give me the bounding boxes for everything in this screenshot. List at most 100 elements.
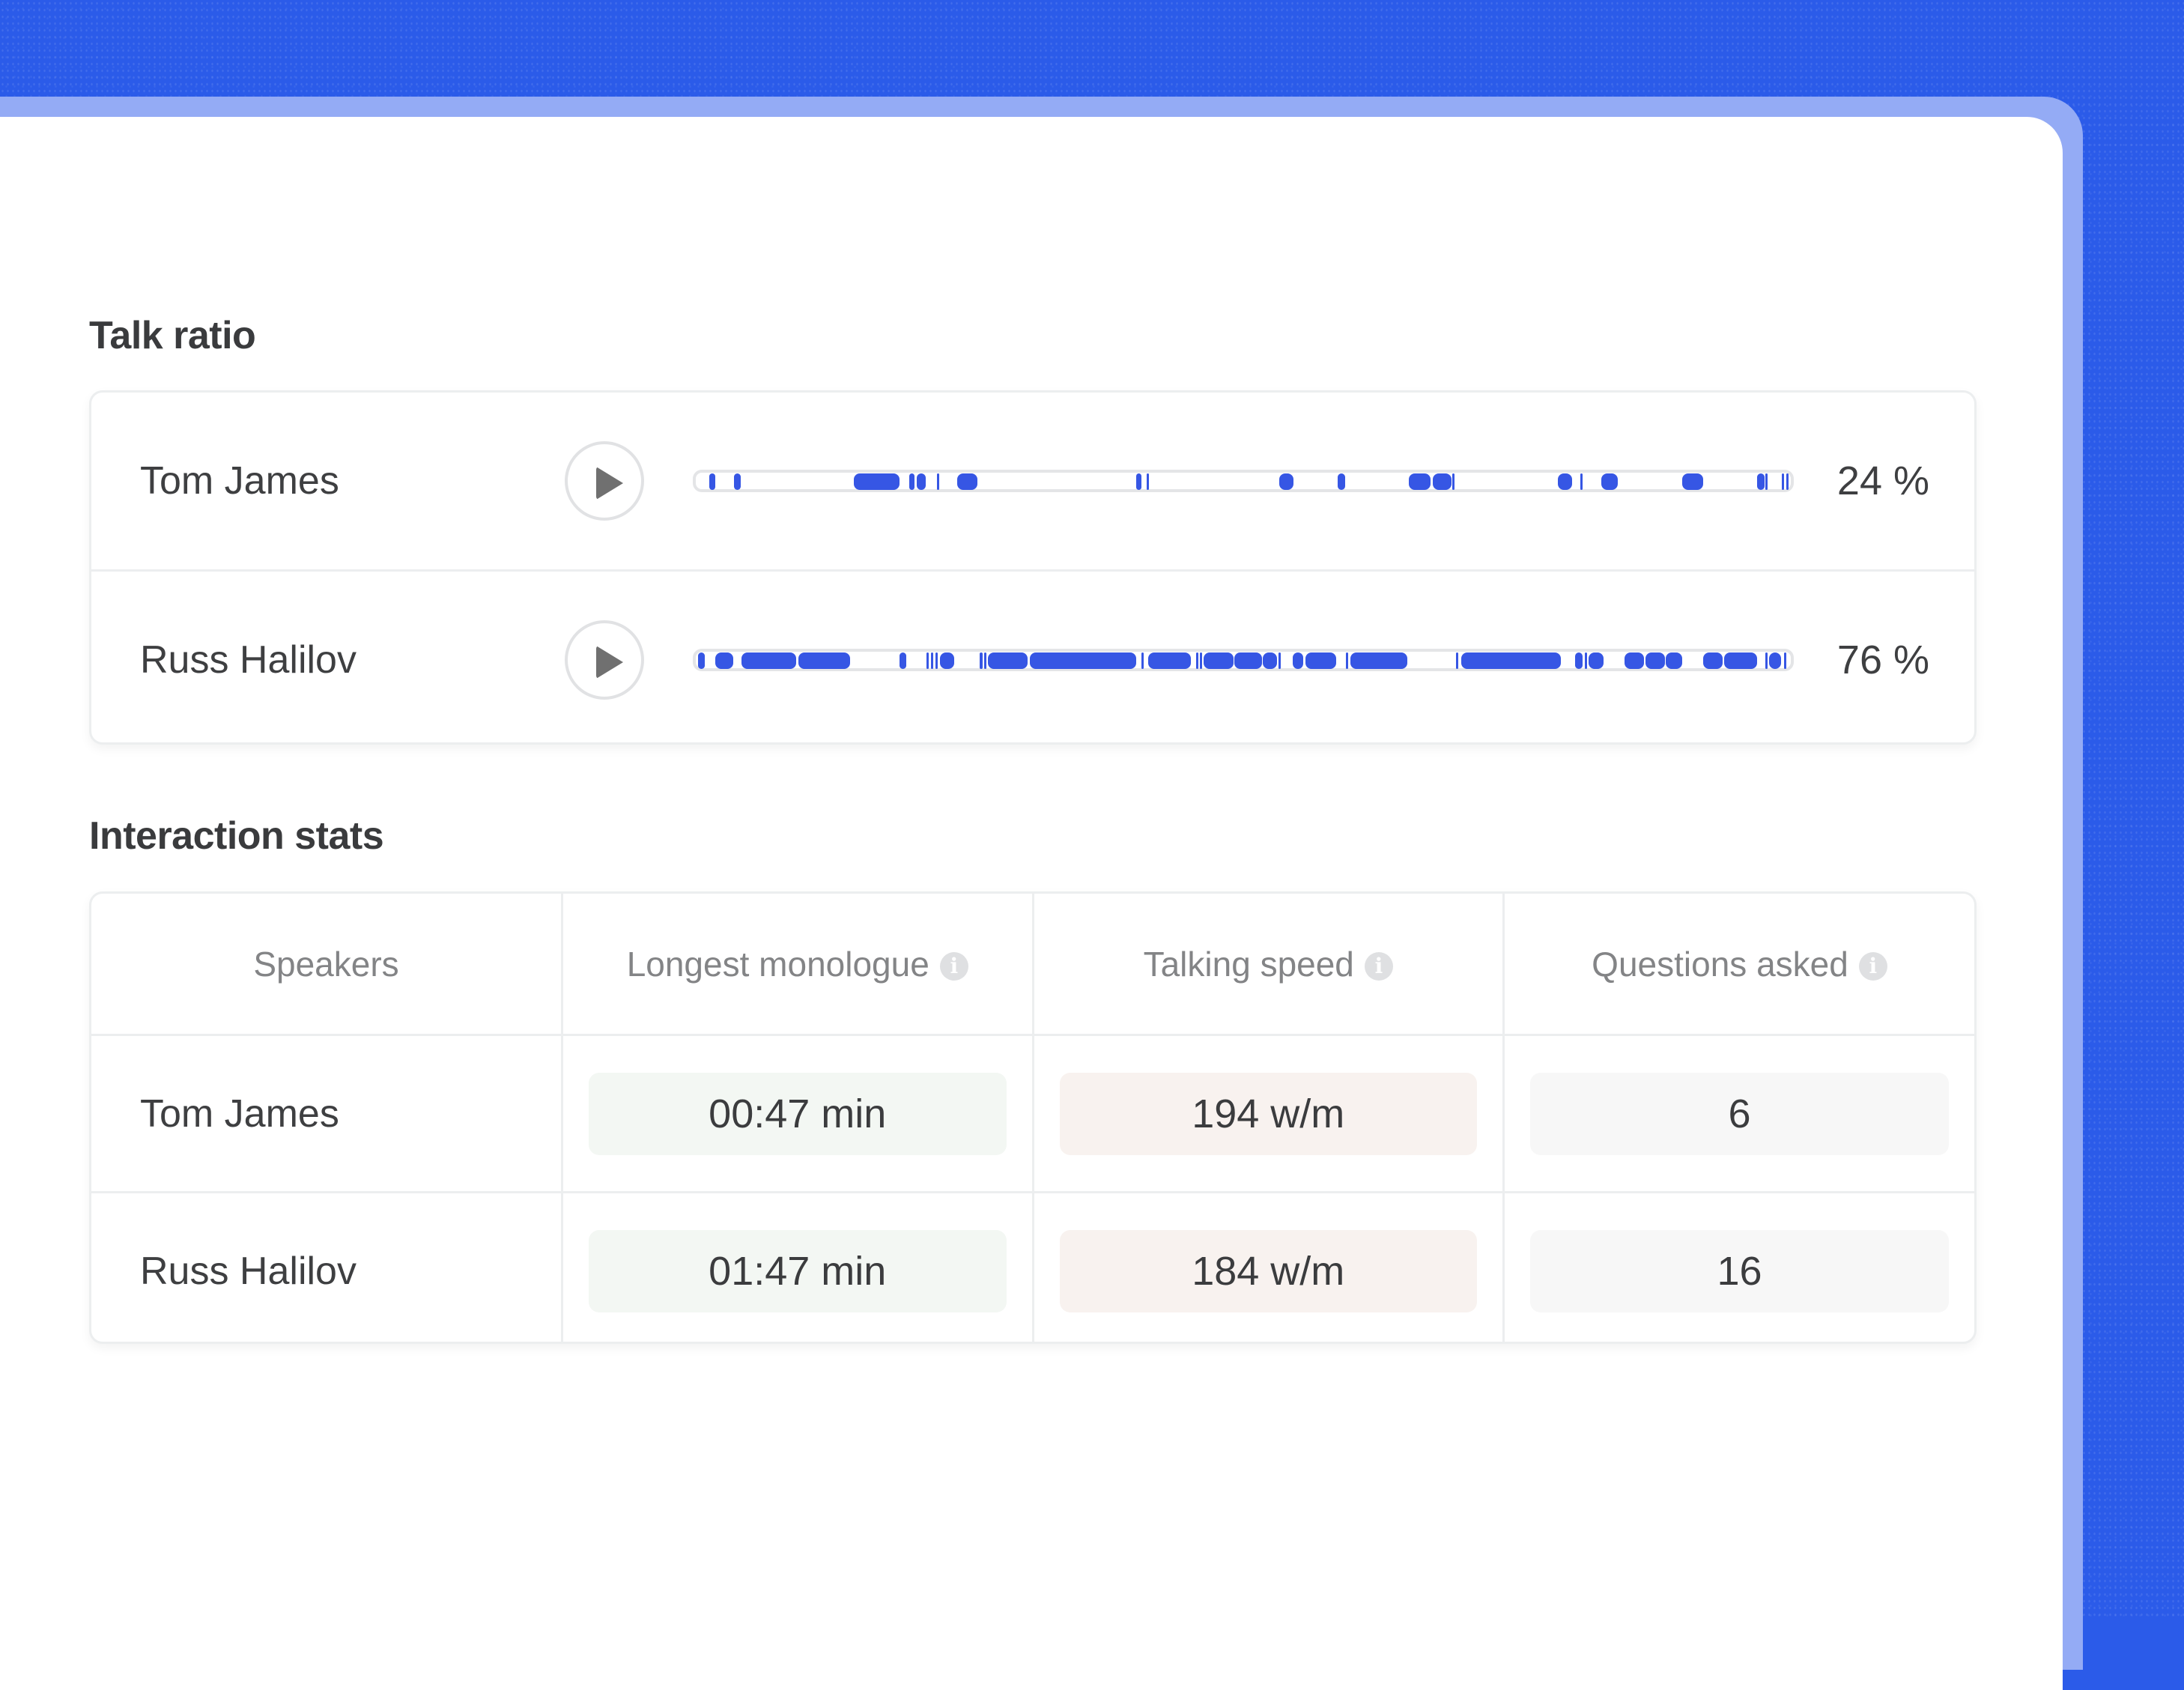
monologue-value: 01:47 min: [589, 1229, 1007, 1312]
talk-segment[interactable]: [1682, 473, 1704, 490]
speaker-name: Tom James: [140, 459, 339, 503]
talk-segment[interactable]: [1196, 652, 1199, 669]
interaction-stats-title: Interaction stats: [89, 814, 384, 858]
column-label: Speakers: [253, 944, 399, 984]
talk-segment[interactable]: [853, 473, 900, 490]
talk-segment[interactable]: [1557, 473, 1572, 490]
talk-segment[interactable]: [917, 473, 926, 490]
talk-timeline[interactable]: [693, 649, 1794, 671]
talk-segment[interactable]: [979, 652, 983, 669]
talk-segment[interactable]: [1147, 473, 1150, 490]
monologue-value: 00:47 min: [589, 1072, 1007, 1155]
talk-segment[interactable]: [1765, 473, 1768, 490]
info-icon[interactable]: i: [939, 951, 968, 981]
column-header-talking-speed: Talking speed i: [1033, 894, 1505, 1036]
speed-cell: 194 w/m: [1033, 1035, 1505, 1193]
talk-segment[interactable]: [1601, 473, 1618, 490]
column-header-longest-monologue: Longest monologue i: [562, 894, 1034, 1036]
talk-segment[interactable]: [936, 473, 939, 490]
talk-segment[interactable]: [1723, 652, 1757, 669]
play-icon: [596, 467, 623, 500]
talk-segment[interactable]: [1782, 473, 1785, 490]
talk-segment[interactable]: [1580, 473, 1583, 490]
table-row: Tom James 00:47 min 194 w/m 6: [91, 1035, 1974, 1193]
speaker-name: Russ Halilov: [140, 638, 357, 682]
talk-segment[interactable]: [741, 652, 797, 669]
column-header-questions-asked: Questions asked i: [1503, 894, 1974, 1036]
talk-segment[interactable]: [1305, 652, 1337, 669]
talk-segment[interactable]: [1703, 652, 1723, 669]
talk-ratio-card: Tom James 24 % Russ Halilov 76 %: [89, 390, 1977, 745]
talk-percent: 76 %: [1836, 637, 1929, 682]
talk-segment[interactable]: [1768, 652, 1781, 669]
talk-segment[interactable]: [926, 652, 929, 669]
talk-segment[interactable]: [1141, 652, 1144, 669]
talk-segment[interactable]: [1588, 652, 1604, 669]
talk-segment[interactable]: [1346, 652, 1349, 669]
talk-ratio-row: Tom James 24 %: [91, 393, 1974, 569]
questions-value: 6: [1530, 1072, 1949, 1155]
talk-segment[interactable]: [1263, 652, 1278, 669]
talk-segment[interactable]: [1234, 652, 1262, 669]
questions-cell: 6: [1503, 1035, 1974, 1193]
talk-segment[interactable]: [935, 652, 938, 669]
talk-segment[interactable]: [983, 652, 986, 669]
talk-segment[interactable]: [709, 473, 716, 490]
monologue-cell: 01:47 min: [562, 1192, 1034, 1342]
talk-segment[interactable]: [957, 473, 977, 490]
talk-segment[interactable]: [1278, 652, 1281, 669]
talk-segment[interactable]: [1432, 473, 1452, 490]
talk-segment[interactable]: [1279, 473, 1294, 490]
play-icon: [596, 646, 623, 679]
talk-segment[interactable]: [798, 652, 851, 669]
talk-segment[interactable]: [697, 652, 705, 669]
speed-value: 184 w/m: [1059, 1229, 1477, 1312]
talk-segment[interactable]: [1199, 652, 1202, 669]
talk-segment[interactable]: [1408, 473, 1431, 490]
speed-cell: 184 w/m: [1033, 1192, 1505, 1342]
talk-segment[interactable]: [1452, 473, 1455, 490]
table-row: Russ Halilov 01:47 min 184 w/m 16: [91, 1192, 1974, 1342]
talk-segment[interactable]: [1204, 652, 1234, 669]
talk-segment[interactable]: [1029, 652, 1136, 669]
play-button[interactable]: [565, 441, 644, 521]
talk-percent: 24 %: [1836, 458, 1929, 503]
talk-segment[interactable]: [1147, 652, 1191, 669]
talk-segment[interactable]: [1574, 652, 1583, 669]
talk-segment[interactable]: [909, 473, 915, 490]
talk-segment[interactable]: [715, 652, 733, 669]
talk-segment[interactable]: [1756, 473, 1765, 490]
talk-segment[interactable]: [1455, 652, 1458, 669]
interaction-stats-table: Speakers Longest monologue i Talking spee…: [91, 894, 1974, 1342]
speaker-cell: Russ Halilov: [91, 1192, 563, 1342]
talk-ratio-title: Talk ratio: [89, 314, 256, 357]
monologue-cell: 00:47 min: [562, 1035, 1034, 1193]
talk-segment[interactable]: [1585, 652, 1588, 669]
speed-value: 194 w/m: [1059, 1072, 1477, 1155]
talk-segment[interactable]: [1645, 652, 1665, 669]
talk-segment[interactable]: [940, 652, 955, 669]
interaction-stats-card: Speakers Longest monologue i Talking spee…: [89, 891, 1977, 1344]
talk-segment[interactable]: [1135, 473, 1142, 490]
talk-segment[interactable]: [931, 652, 934, 669]
talk-segment[interactable]: [1350, 652, 1408, 669]
talk-timeline[interactable]: [693, 470, 1794, 492]
talk-segment[interactable]: [1624, 652, 1645, 669]
talk-segment[interactable]: [988, 652, 1028, 669]
info-icon[interactable]: i: [1364, 951, 1393, 981]
talk-segment[interactable]: [1460, 652, 1561, 669]
talk-segment[interactable]: [1786, 473, 1789, 490]
talk-segment[interactable]: [1337, 473, 1345, 490]
info-icon[interactable]: i: [1858, 951, 1887, 981]
talk-segment[interactable]: [734, 473, 741, 490]
talk-segment[interactable]: [1765, 652, 1768, 669]
column-label: Longest monologue: [626, 944, 929, 984]
questions-value: 16: [1530, 1229, 1949, 1312]
talk-segment[interactable]: [899, 652, 906, 669]
talk-segment[interactable]: [1784, 652, 1787, 669]
talk-segment[interactable]: [1292, 652, 1304, 669]
play-button[interactable]: [565, 620, 644, 700]
column-label: Questions asked: [1592, 944, 1848, 984]
talk-segment[interactable]: [1666, 652, 1683, 669]
speaker-cell: Tom James: [91, 1035, 563, 1193]
